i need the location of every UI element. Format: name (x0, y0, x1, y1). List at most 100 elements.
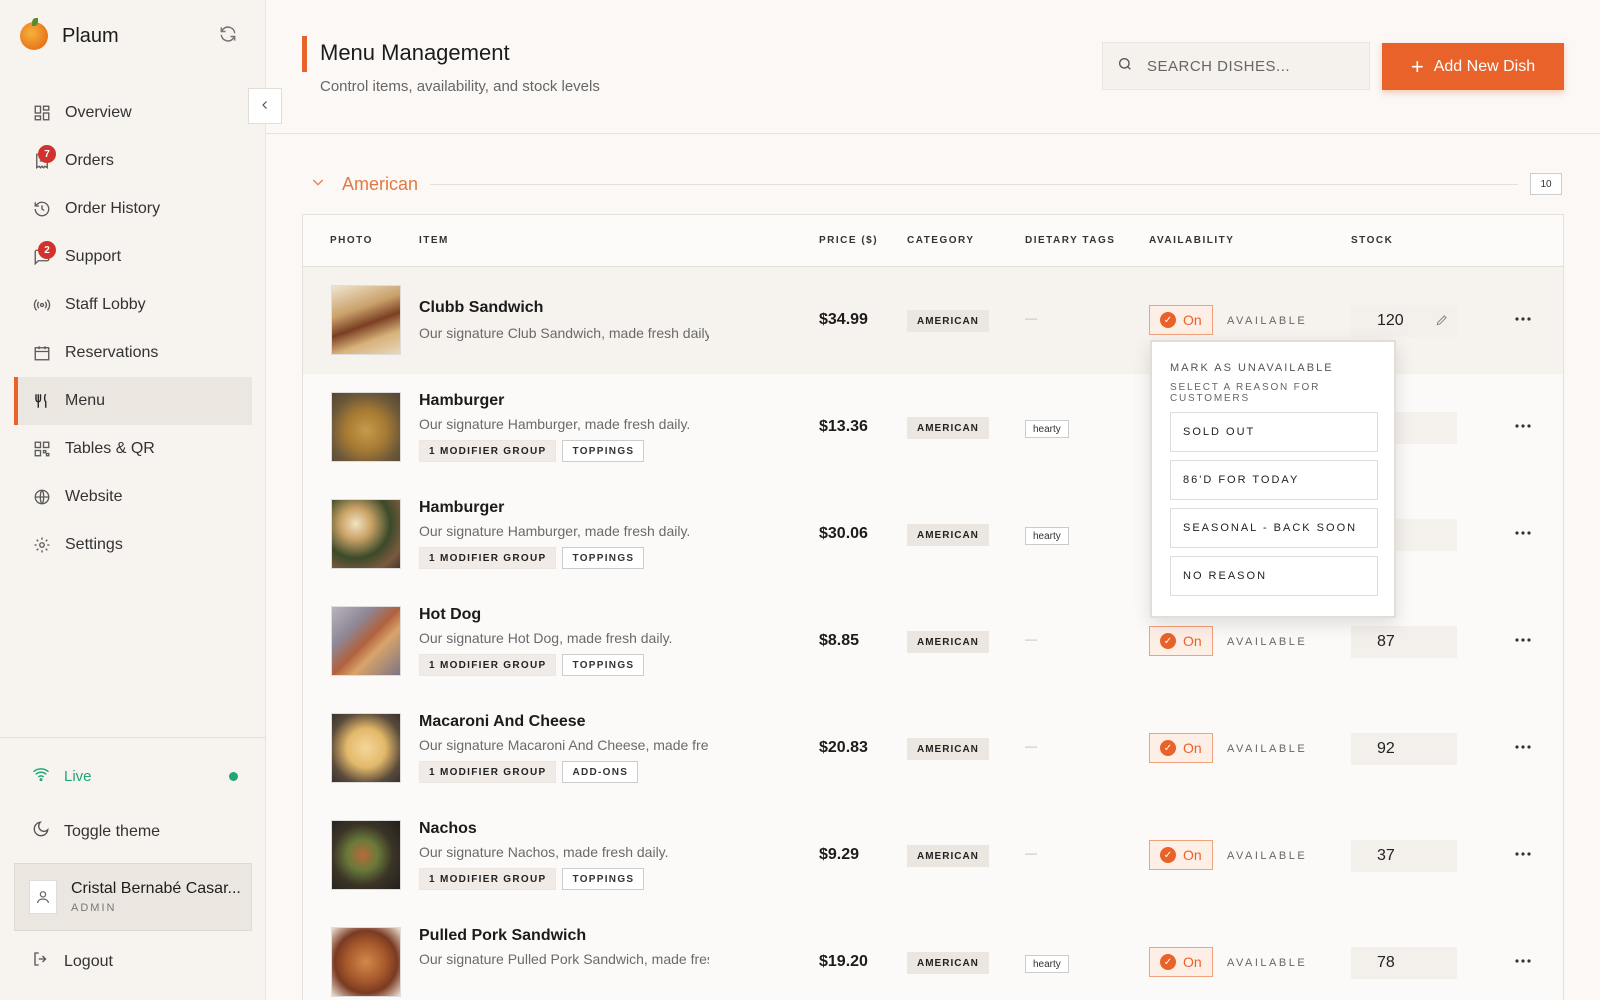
sidebar-item-overview[interactable]: Overview (14, 89, 252, 137)
modifier-group-chip[interactable]: 1 MODIFIER GROUP (419, 547, 557, 569)
support-badge: 2 (38, 241, 56, 259)
stock-input[interactable]: 78 (1351, 947, 1457, 979)
more-options-icon[interactable] (1513, 844, 1533, 864)
stock-value: 120 (1377, 312, 1404, 329)
item-price: $19.20 (819, 953, 868, 970)
category-tag: AMERICAN (907, 845, 989, 867)
sidebar-item-label: Website (65, 488, 123, 505)
section-divider (430, 183, 1518, 185)
refresh-icon[interactable] (218, 24, 240, 46)
item-description: Our signature Pulled Pork Sandwich, made… (419, 951, 709, 967)
reason-sold-out-option[interactable]: SOLD OUT (1170, 412, 1378, 452)
live-indicator (229, 771, 238, 781)
availability-status: AVAILABLE (1227, 743, 1308, 755)
moon-icon (32, 820, 50, 843)
dietary-empty: — (1025, 632, 1037, 646)
toggle-label: On (1183, 312, 1202, 328)
more-options-icon[interactable] (1513, 630, 1533, 650)
addon-chip[interactable]: TOPPINGS (562, 868, 645, 890)
sidebar-item-label: Settings (65, 536, 123, 553)
grid-icon (32, 103, 52, 123)
dietary-empty: — (1025, 739, 1037, 753)
search-icon (1117, 56, 1133, 77)
item-description: Our signature Nachos, made fresh daily. (419, 844, 669, 860)
pencil-icon[interactable] (1435, 313, 1449, 332)
stock-input[interactable]: 92 (1351, 733, 1457, 765)
dietary-tag: hearty (1025, 527, 1069, 545)
stock-input[interactable]: 87 (1351, 626, 1457, 658)
availability-toggle[interactable]: ✓ On (1149, 626, 1213, 656)
modifier-group-chip[interactable]: 1 MODIFIER GROUP (419, 761, 557, 783)
sidebar-divider (0, 737, 266, 738)
column-header-availability: AVAILABILITY (1149, 235, 1235, 246)
reason-seasonal-option[interactable]: SEASONAL - BACK SOON (1170, 508, 1378, 548)
avatar (29, 880, 57, 914)
check-icon: ✓ (1160, 633, 1176, 649)
brand[interactable]: Plaum (20, 18, 119, 50)
plus-icon: + (1410, 53, 1424, 79)
sidebar-item-label: Orders (65, 152, 114, 169)
category-tag: AMERICAN (907, 417, 989, 439)
user-role: ADMIN (71, 902, 117, 914)
sidebar-item-orders[interactable]: 7 Orders (14, 137, 252, 185)
addon-chip[interactable]: TOPPINGS (562, 547, 645, 569)
dropdown-subtitle: SELECT A REASON FOR CUSTOMERS (1170, 382, 1321, 404)
sidebar-item-reservations[interactable]: Reservations (14, 329, 252, 377)
stock-input[interactable]: 37 (1351, 840, 1457, 872)
dietary-empty: — (1025, 311, 1037, 325)
sidebar-item-staff-lobby[interactable]: Staff Lobby (14, 281, 252, 329)
modifier-group-chip[interactable]: 1 MODIFIER GROUP (419, 868, 557, 890)
add-new-dish-button[interactable]: + Add New Dish (1382, 43, 1564, 90)
addon-chip[interactable]: ADD-ONS (562, 761, 639, 783)
more-options-icon[interactable] (1513, 951, 1533, 971)
toggle-theme-button[interactable]: Toggle theme (32, 820, 160, 843)
stock-input[interactable]: 120 (1351, 305, 1457, 337)
item-price: $9.29 (819, 846, 860, 863)
check-icon: ✓ (1160, 740, 1176, 756)
table-row[interactable]: Macaroni And Cheese Our signature Macaro… (303, 695, 1563, 802)
more-options-icon[interactable] (1513, 523, 1533, 543)
reason-none-option[interactable]: NO REASON (1170, 556, 1378, 596)
category-section-header[interactable]: American 10 (310, 170, 1562, 198)
availability-toggle[interactable]: ✓ On (1149, 947, 1213, 977)
availability-status: AVAILABLE (1227, 957, 1308, 969)
sidebar-item-settings[interactable]: Settings (14, 521, 252, 569)
sidebar-item-menu[interactable]: Menu (14, 377, 252, 425)
availability-toggle[interactable]: ✓ On (1149, 305, 1213, 335)
item-count-badge: 10 (1530, 173, 1562, 195)
stock-value: 92 (1377, 740, 1395, 757)
item-name: Clubb Sandwich (419, 299, 544, 316)
more-options-icon[interactable] (1513, 309, 1533, 329)
sidebar-item-tables-qr[interactable]: Tables & QR (14, 425, 252, 473)
sidebar-item-support[interactable]: 2 Support (14, 233, 252, 281)
modifier-group-chip[interactable]: 1 MODIFIER GROUP (419, 654, 557, 676)
collapse-sidebar-button[interactable] (248, 88, 282, 124)
wifi-icon (32, 765, 50, 787)
search-box[interactable] (1102, 42, 1370, 90)
availability-toggle[interactable]: ✓ On (1149, 840, 1213, 870)
table-row[interactable]: Nachos Our signature Nachos, made fresh … (303, 802, 1563, 909)
column-header-photo: PHOTO (330, 235, 373, 246)
table-row[interactable]: Pulled Pork Sandwich Our signature Pulle… (303, 909, 1563, 1000)
category-tag: AMERICAN (907, 631, 989, 653)
dish-photo (331, 499, 401, 569)
item-description: Our signature Macaroni And Cheese, made … (419, 737, 709, 753)
sidebar-item-label: Order History (65, 200, 161, 217)
reason-86d-option[interactable]: 86'D FOR TODAY (1170, 460, 1378, 500)
item-description: Our signature Hamburger, made fresh dail… (419, 523, 691, 539)
modifier-group-chip[interactable]: 1 MODIFIER GROUP (419, 440, 557, 462)
dish-photo (331, 713, 401, 783)
more-options-icon[interactable] (1513, 737, 1533, 757)
sidebar-item-order-history[interactable]: Order History (14, 185, 252, 233)
more-options-icon[interactable] (1513, 416, 1533, 436)
addon-chip[interactable]: TOPPINGS (562, 440, 645, 462)
toggle-theme-label: Toggle theme (64, 822, 161, 840)
item-name: Hot Dog (419, 606, 482, 623)
search-input[interactable] (1147, 57, 1347, 75)
addon-chip[interactable]: TOPPINGS (562, 654, 645, 676)
logout-button[interactable]: Logout (32, 950, 113, 973)
user-card[interactable]: Cristal Bernabé Casar... ADMIN (14, 863, 252, 931)
sidebar-item-website[interactable]: Website (14, 473, 252, 521)
availability-toggle[interactable]: ✓ On (1149, 733, 1213, 763)
item-price: $20.83 (819, 739, 868, 756)
